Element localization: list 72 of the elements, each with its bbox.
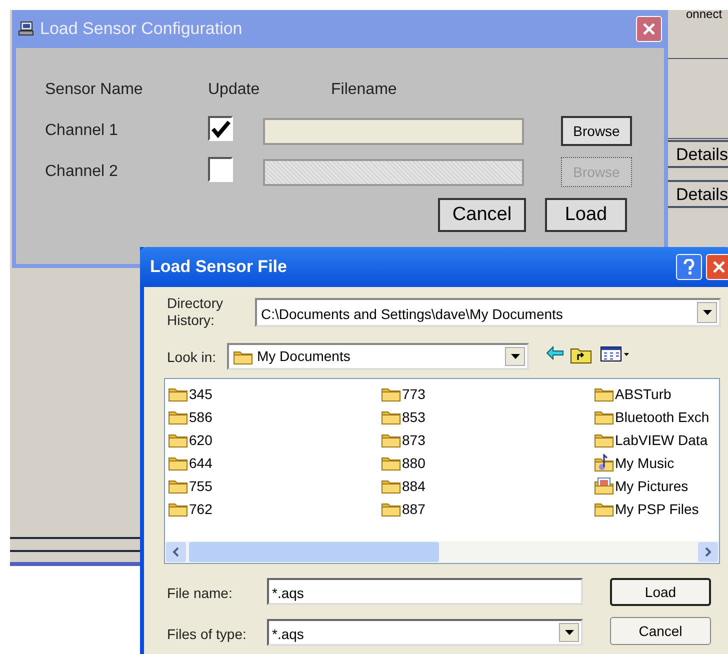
folder-item[interactable]: 880 bbox=[381, 452, 426, 474]
window-title: Load Sensor Configuration bbox=[40, 18, 244, 40]
scroll-right-icon[interactable] bbox=[704, 547, 712, 557]
folder-icon bbox=[168, 409, 188, 425]
channel-label: Channel 1 bbox=[45, 121, 118, 141]
folder-icon bbox=[168, 478, 188, 494]
folder-item[interactable]: 887 bbox=[381, 498, 426, 520]
field-label: Look in: bbox=[167, 348, 216, 367]
folder-item[interactable]: LabVIEW Data bbox=[594, 429, 708, 451]
directory-history-dropdown[interactable]: C:\Documents and Settings\dave\My Documents bbox=[255, 298, 721, 327]
folder-item[interactable]: 586 bbox=[168, 406, 212, 428]
load-button[interactable]: Load bbox=[545, 198, 627, 232]
channel-label: Channel 2 bbox=[45, 162, 118, 182]
folder-icon bbox=[168, 501, 188, 517]
folder-icon bbox=[168, 386, 188, 402]
cancel-button[interactable]: Cancel bbox=[610, 617, 711, 645]
help-icon[interactable] bbox=[676, 254, 702, 280]
window-title: Load Sensor File bbox=[150, 256, 288, 278]
folder-icon bbox=[381, 432, 401, 448]
cancel-button[interactable]: Cancel bbox=[438, 198, 526, 232]
up-folder-icon[interactable] bbox=[570, 346, 592, 364]
load-button[interactable]: Load bbox=[610, 578, 711, 606]
browse-button[interactable]: Browse bbox=[561, 116, 632, 146]
close-icon bbox=[712, 260, 726, 274]
folder-icon bbox=[381, 478, 401, 494]
folder-icon bbox=[381, 409, 401, 425]
close-button[interactable] bbox=[636, 16, 662, 42]
file-type-dropdown[interactable]: *.aqs bbox=[267, 619, 583, 646]
close-icon bbox=[642, 22, 656, 36]
folder-icon bbox=[168, 432, 188, 448]
folder-icon bbox=[594, 501, 614, 517]
folder-item[interactable]: 755 bbox=[168, 475, 212, 497]
close-button[interactable] bbox=[706, 254, 728, 280]
folder-item[interactable]: ABSTurb bbox=[594, 383, 672, 405]
file-name-field[interactable]: *.aqs bbox=[267, 578, 583, 605]
back-arrow-icon[interactable] bbox=[546, 346, 564, 360]
look-in-dropdown[interactable]: My Documents bbox=[227, 343, 529, 370]
filename-field[interactable] bbox=[263, 118, 524, 145]
computer-icon bbox=[18, 21, 34, 37]
pictures-folder-icon bbox=[594, 477, 614, 495]
folder-icon bbox=[594, 432, 614, 448]
folder-icon bbox=[594, 386, 614, 402]
folder-icon bbox=[381, 386, 401, 402]
folder-item[interactable]: 873 bbox=[381, 429, 426, 451]
folder-icon bbox=[381, 501, 401, 517]
folder-item[interactable]: 884 bbox=[381, 475, 426, 497]
folder-item[interactable]: 773 bbox=[381, 383, 426, 405]
folder-item[interactable]: My Pictures bbox=[594, 475, 688, 497]
folder-icon bbox=[594, 409, 614, 425]
folder-item[interactable]: 345 bbox=[168, 383, 212, 405]
field-label: File name: bbox=[167, 584, 232, 603]
horizontal-scrollbar[interactable] bbox=[165, 541, 719, 563]
field-label: Directory History: bbox=[167, 295, 224, 329]
checkbox[interactable] bbox=[208, 116, 233, 141]
column-header: Update bbox=[208, 80, 260, 100]
column-header: Sensor Name bbox=[45, 80, 143, 100]
music-folder-icon bbox=[594, 454, 614, 472]
folder-item[interactable]: My PSP Files bbox=[594, 498, 699, 520]
header-text: onnect bbox=[686, 6, 722, 23]
folder-item[interactable]: 762 bbox=[168, 498, 212, 520]
folder-item[interactable]: My Music bbox=[594, 452, 674, 474]
folder-icon bbox=[233, 348, 253, 364]
scroll-left-icon[interactable] bbox=[172, 547, 180, 557]
view-menu-icon[interactable] bbox=[600, 346, 630, 362]
folder-icon bbox=[381, 455, 401, 471]
column-header: Filename bbox=[331, 80, 397, 100]
folder-item[interactable]: Bluetooth Exch bbox=[594, 406, 710, 428]
folder-icon bbox=[168, 455, 188, 471]
folder-item[interactable]: 853 bbox=[381, 406, 426, 428]
folder-item[interactable]: 644 bbox=[168, 452, 212, 474]
field-label: Files of type: bbox=[167, 625, 246, 644]
folder-item[interactable]: 620 bbox=[168, 429, 212, 451]
